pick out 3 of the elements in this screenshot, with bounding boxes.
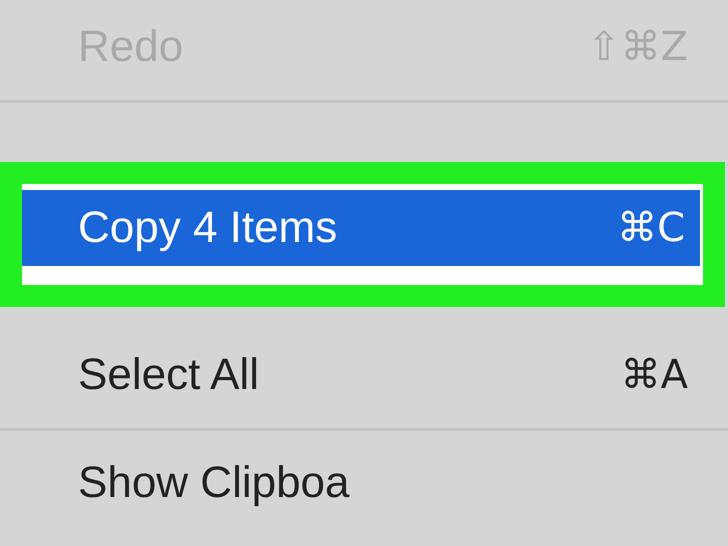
menu-item[interactable]: Show Clipboa [0,447,728,519]
menu-item[interactable]: Copy 4 Items ⌘C [22,190,700,266]
menu-item[interactable]: Select All ⌘A [0,339,728,411]
